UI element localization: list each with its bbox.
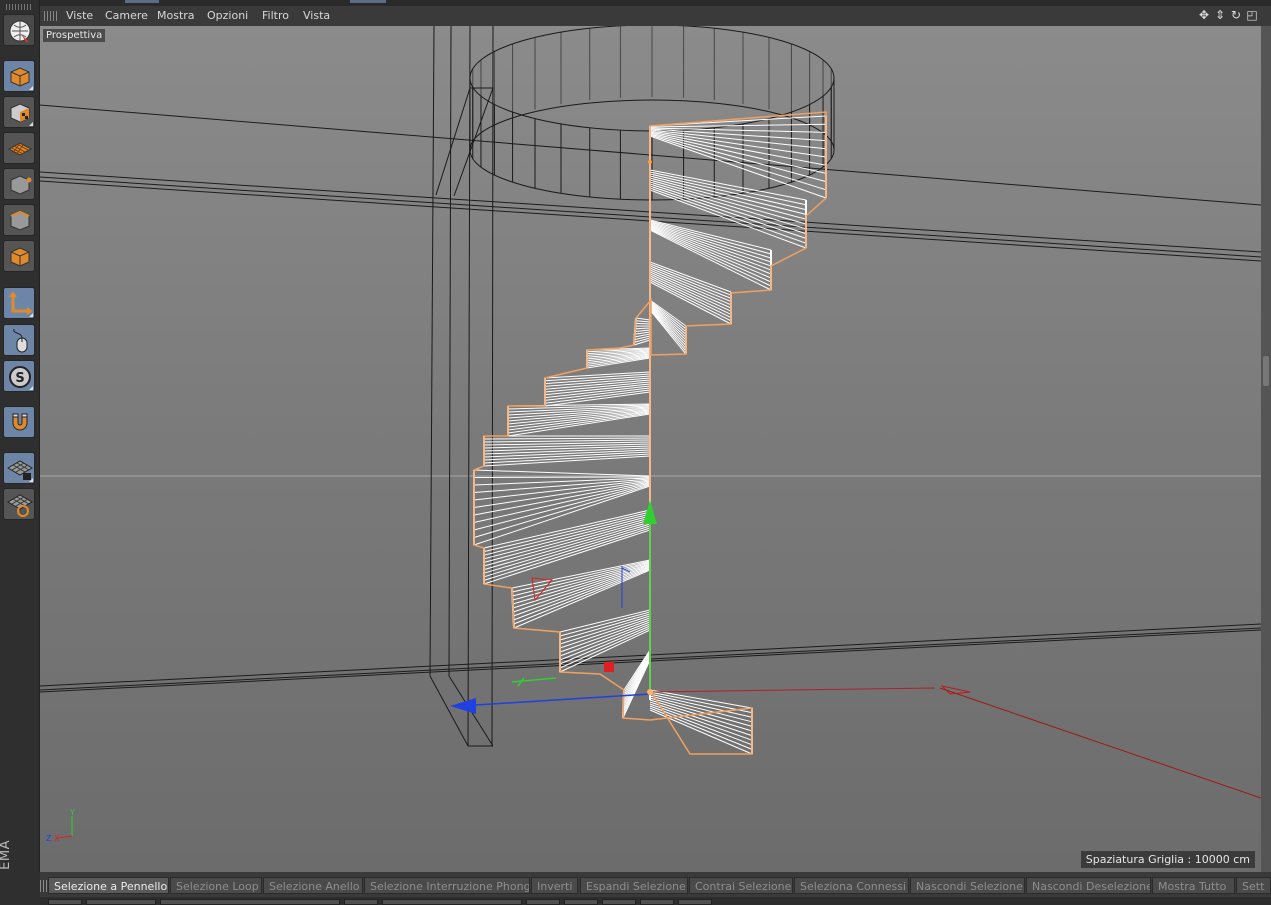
stair-step [649, 219, 772, 291]
bottom-icon-strip [40, 897, 1271, 905]
axis-label-x: X [54, 834, 60, 843]
stair-step [507, 403, 651, 437]
strip-slot[interactable] [344, 899, 378, 905]
menu-filtro[interactable]: Filtro [262, 9, 289, 22]
tweak-mode-icon[interactable] [3, 324, 35, 356]
polygons-mode-icon[interactable] [3, 240, 35, 272]
scrollbar-thumb[interactable] [1263, 356, 1269, 386]
stair-step [483, 435, 651, 467]
stair-step [544, 371, 651, 407]
stair-step [649, 169, 807, 249]
toolbar-grip[interactable] [6, 4, 32, 10]
maximize-view-icon[interactable]: ◰ [1245, 8, 1259, 22]
move-view-icon[interactable]: ✥ [1197, 8, 1211, 22]
viewport-vertical-scrollbar[interactable] [1261, 26, 1271, 872]
bottom-bar-grip[interactable] [40, 880, 48, 892]
strip-slot[interactable] [564, 899, 598, 905]
svg-text:S: S [15, 371, 24, 386]
espandi-selezione-button[interactable]: Espandi Selezione [580, 877, 688, 894]
scene-canvas[interactable]: Y X Z [40, 26, 1261, 872]
world-axis-indicator: Y X Z [46, 808, 75, 843]
scene-column [429, 26, 494, 747]
bottom-selection-bar: Selezione a Pennello Selezione Loop Sele… [40, 876, 1271, 896]
selezione-anello-button[interactable]: Selezione Anello [263, 877, 363, 894]
scene-cylinder [469, 26, 835, 201]
nascondi-deselezione-button[interactable]: Nascondi Deselezione [1026, 877, 1151, 894]
left-toolbar: S XON EMA 4D [0, 0, 40, 872]
inverti-button[interactable]: Inverti [531, 877, 578, 894]
axis-label-y: Y [69, 808, 75, 817]
strip-slot[interactable] [678, 899, 712, 905]
workplane-lock-icon[interactable] [3, 452, 35, 484]
grid-spacing-readout: Spaziatura Griglia : 10000 cm [1080, 851, 1255, 868]
snap-magnet-icon[interactable] [3, 406, 35, 438]
menu-vista[interactable]: Vista [303, 9, 330, 22]
settings-button[interactable]: Sett [1236, 877, 1271, 894]
uv-mode-icon[interactable] [3, 132, 35, 164]
strip-slot[interactable] [640, 899, 674, 905]
contrai-selezione-button[interactable]: Contrai Selezione [689, 877, 793, 894]
strip-slot[interactable] [160, 899, 340, 905]
axis-label-z: Z [46, 834, 52, 843]
points-mode-icon[interactable] [3, 168, 35, 200]
mostra-tutto-button[interactable]: Mostra Tutto [1152, 877, 1235, 894]
left-bottom-corner [0, 872, 40, 905]
solo-mode-icon[interactable]: S [3, 360, 35, 392]
perspective-viewport[interactable]: Y X Z Prospettiva Spaziatura Griglia : 1… [40, 26, 1261, 872]
nascondi-selezione-button[interactable]: Nascondi Selezione [910, 877, 1025, 894]
brand-logo: XON EMA 4D [0, 838, 39, 872]
viewport-menu-bar: Viste Camere Mostra Opzioni Filtro Vista… [40, 6, 1271, 26]
rotate-view-icon[interactable]: ↻ [1229, 8, 1243, 22]
strip-slot[interactable] [382, 899, 522, 905]
menu-opzioni[interactable]: Opzioni [207, 9, 248, 22]
selezione-phong-button[interactable]: Selezione Interruzione Phong [364, 877, 530, 894]
zoom-view-icon[interactable]: ⇕ [1213, 8, 1227, 22]
viewport-camera-label[interactable]: Prospettiva [43, 29, 106, 42]
selezione-pennello-button[interactable]: Selezione a Pennello [48, 877, 169, 894]
axis-mode-icon[interactable] [3, 287, 35, 319]
strip-slot[interactable] [86, 899, 156, 905]
strip-slot[interactable] [602, 899, 636, 905]
texture-mode-icon[interactable] [3, 96, 35, 128]
workplane-axis-icon[interactable] [3, 488, 35, 520]
stair-step [649, 299, 687, 355]
menu-mostra[interactable]: Mostra [157, 9, 195, 22]
seleziona-connessi-button[interactable]: Seleziona Connessi [794, 877, 909, 894]
undo-view-icon[interactable] [3, 14, 35, 46]
strip-slot[interactable] [48, 899, 82, 905]
viewport-menu-grip[interactable] [44, 11, 58, 21]
menu-viste[interactable]: Viste [66, 9, 93, 22]
stair-step [649, 689, 753, 755]
strip-slot[interactable] [526, 899, 560, 905]
menu-camere[interactable]: Camere [105, 9, 148, 22]
stair-step [586, 347, 651, 369]
selezione-loop-button[interactable]: Selezione Loop [170, 877, 262, 894]
edges-mode-icon[interactable] [3, 204, 35, 236]
transform-gizmo[interactable] [450, 160, 1261, 799]
model-mode-icon[interactable] [3, 60, 35, 92]
